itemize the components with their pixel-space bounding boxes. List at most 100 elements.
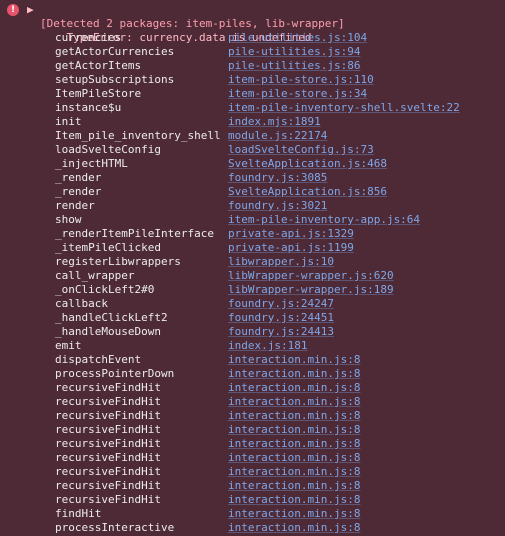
stack-frame: _injectHTML SvelteApplication.js:468 [0,157,505,171]
stack-frame: _onClickLeft2#0 libWrapper-wrapper.js:189 [0,283,505,297]
stack-frame-function: getActorItems [55,59,142,72]
stack-frame: loadSvelteConfig loadSvelteConfig.js:73 [0,143,505,157]
stack-frame: setupSubscriptions item-pile-store.js:110 [0,73,505,87]
error-icon: ! [7,4,19,16]
stack-frame-function: recursiveFindHit [55,381,161,394]
stack-frame-source-link[interactable]: loadSvelteConfig.js:73 [228,143,374,157]
stack-frame-source-link[interactable]: libwrapper.js:10 [228,255,334,269]
stack-frame-source-link[interactable]: item-pile-store.js:110 [228,73,374,87]
stack-frame-source-link[interactable]: item-pile-inventory-shell.svelte:22 [228,101,460,115]
stack-frame-source-link[interactable]: index.js:181 [228,339,307,353]
stack-frame-function: _injectHTML [55,157,128,170]
stack-frame-source-link[interactable]: foundry.js:3021 [228,199,327,213]
stack-frame: instance$u item-pile-inventory-shell.svel… [0,101,505,115]
stack-frame: recursiveFindHit interaction.min.js:8 [0,423,505,437]
stack-frame-function: recursiveFindHit [55,437,161,450]
stack-frame-source-link[interactable]: interaction.min.js:8 [228,521,360,535]
stack-frame-function: recursiveFindHit [55,479,161,492]
stack-frame-source-link[interactable]: pile-utilities.js:104 [228,31,367,45]
stack-frame-source-link[interactable]: interaction.min.js:8 [228,353,360,367]
stack-frame-source-link[interactable]: interaction.min.js:8 [228,451,360,465]
stack-frame-source-link[interactable]: foundry.js:24451 [228,311,334,325]
stack-frame: _render foundry.js:3085 [0,171,505,185]
stack-frame: call_wrapper libWrapper-wrapper.js:620 [0,269,505,283]
stack-frame-function: _renderItemPileInterface [55,227,214,240]
stack-frame-function: recursiveFindHit [55,493,161,506]
stack-frame-function: currencies [55,31,122,44]
stack-frame: getActorItems pile-utilities.js:86 [0,59,505,73]
stack-frame-function: ItemPileStore [55,87,142,100]
stack-frame: _itemPileClicked private-api.js:1199 [0,241,505,255]
stack-frame-source-link[interactable]: pile-utilities.js:86 [228,59,360,73]
stack-frame-source-link[interactable]: foundry.js:24247 [228,297,334,311]
stack-frame-function: _onClickLeft2#0 [55,283,155,296]
stack-frame: render foundry.js:3021 [0,199,505,213]
stack-frame: processPointerDown interaction.min.js:8 [0,367,505,381]
stack-frame: recursiveFindHit interaction.min.js:8 [0,465,505,479]
stack-frame-source-link[interactable]: interaction.min.js:8 [228,437,360,451]
stack-frame-function: processPointerDown [55,367,175,380]
stack-frame-source-link[interactable]: SvelteApplication.js:468 [228,157,387,171]
stack-frame-source-link[interactable]: item-pile-inventory-app.js:64 [228,213,420,227]
stack-frame-source-link[interactable]: module.js:22174 [228,129,327,143]
stack-frame-source-link[interactable]: interaction.min.js:8 [228,507,360,521]
stack-frame-source-link[interactable]: foundry.js:24413 [228,325,334,339]
stack-frame: currencies pile-utilities.js:104 [0,31,505,45]
stack-frame: Item_pile_inventory_shell module.js:22174 [0,129,505,143]
stack-frame: _renderItemPileInterface private-api.js:1… [0,227,505,241]
stack-frame: ItemPileStore item-pile-store.js:34 [0,87,505,101]
stack-frame-source-link[interactable]: pile-utilities.js:94 [228,45,360,59]
stack-frame-function: recursiveFindHit [55,409,161,422]
stack-frame-source-link[interactable]: interaction.min.js:8 [228,479,360,493]
stack-frame: getActorCurrencies pile-utilities.js:94 [0,45,505,59]
stack-frame-source-link[interactable]: foundry.js:3085 [228,171,327,185]
stack-frame-function: processInteractive [55,521,175,534]
stack-frame: _handleMouseDown foundry.js:24413 [0,325,505,339]
stack-frame-function: callback [55,297,108,310]
stack-frame: init index.mjs:1891 [0,115,505,129]
stack-frame-source-link[interactable]: libWrapper-wrapper.js:189 [228,283,394,297]
stack-frame: _render SvelteApplication.js:856 [0,185,505,199]
stack-frame-function: recursiveFindHit [55,465,161,478]
stack-frame-source-link[interactable]: private-api.js:1329 [228,227,354,241]
stack-frame-function: _handleClickLeft2 [55,311,168,324]
stack-frame-function: setupSubscriptions [55,73,175,86]
stack-frame-function: recursiveFindHit [55,451,161,464]
stack-frame-function: recursiveFindHit [55,395,161,408]
stack-frame-function: _render [55,171,102,184]
stack-frame-source-link[interactable]: interaction.min.js:8 [228,381,360,395]
stack-frame-function: recursiveFindHit [55,423,161,436]
stack-frame-function: getActorCurrencies [55,45,175,58]
stack-frame: show item-pile-inventory-app.js:64 [0,213,505,227]
stack-frame-source-link[interactable]: index.mjs:1891 [228,115,321,129]
stack-frame-function: render [55,199,95,212]
stack-frame-source-link[interactable]: item-pile-store.js:34 [228,87,367,101]
console-error-panel: ! ▶ TypeError: currency.data is undefine… [0,0,505,536]
detected-packages: [Detected 2 packages: item-piles, lib-wr… [40,17,345,30]
stack-frame: callback foundry.js:24247 [0,297,505,311]
stack-frame-source-link[interactable]: libWrapper-wrapper.js:620 [228,269,394,283]
stack-frame: recursiveFindHit interaction.min.js:8 [0,395,505,409]
stack-frame-function: registerLibwrappers [55,255,181,268]
stack-frame-function: emit [55,339,82,352]
stack-frame-source-link[interactable]: interaction.min.js:8 [228,423,360,437]
stack-frame-function: show [55,213,82,226]
stack-frame-source-link[interactable]: interaction.min.js:8 [228,367,360,381]
stack-frame-function: dispatchEvent [55,353,142,366]
stack-frame-source-link[interactable]: interaction.min.js:8 [228,493,360,507]
stack-frame: findHit interaction.min.js:8 [0,507,505,521]
stack-frame-function: Item_pile_inventory_shell [55,129,221,142]
stack-frame: recursiveFindHit interaction.min.js:8 [0,451,505,465]
stack-frame-function: _render [55,185,102,198]
stack-frame-function: init [55,115,82,128]
stack-frame-source-link[interactable]: interaction.min.js:8 [228,465,360,479]
stack-frame-source-link[interactable]: private-api.js:1199 [228,241,354,255]
stack-frame: _handleClickLeft2 foundry.js:24451 [0,311,505,325]
stack-frame-source-link[interactable]: SvelteApplication.js:856 [228,185,387,199]
stack-frame: dispatchEvent interaction.min.js:8 [0,353,505,367]
stack-frame-function: _handleMouseDown [55,325,161,338]
expand-triangle-icon[interactable]: ▶ [27,3,34,17]
stack-frame-source-link[interactable]: interaction.min.js:8 [228,395,360,409]
stack-frame: processInteractive interaction.min.js:8 [0,521,505,535]
stack-frame-source-link[interactable]: interaction.min.js:8 [228,409,360,423]
